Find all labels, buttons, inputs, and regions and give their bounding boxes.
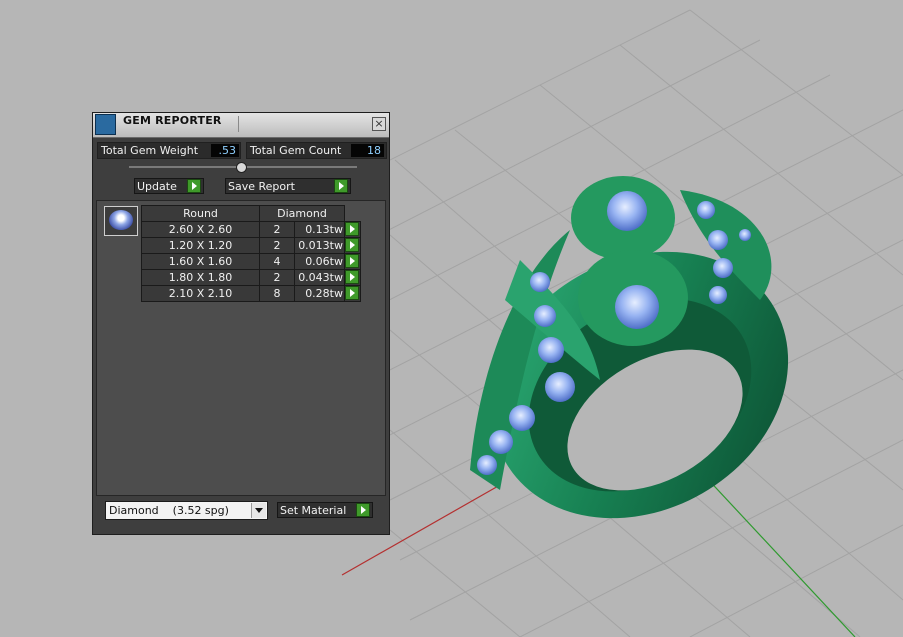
material-dropdown[interactable]: Diamond (3.52 spg) xyxy=(105,501,268,520)
gem-weight-cell: 0.043tw xyxy=(294,269,345,286)
save-report-button[interactable]: Save Report xyxy=(225,178,351,194)
close-button[interactable]: × xyxy=(372,117,386,131)
title-divider xyxy=(238,116,239,132)
play-arrow-icon xyxy=(187,179,201,193)
play-arrow-icon xyxy=(345,238,359,252)
gem-weight-cell: 0.28tw xyxy=(294,285,345,302)
table-row[interactable]: 2.60 X 2.60 2 0.13tw xyxy=(141,221,361,238)
gem-qty-cell: 2 xyxy=(259,221,295,238)
gem-size-cell: 2.60 X 2.60 xyxy=(141,221,260,238)
size-slider-knob[interactable] xyxy=(236,162,247,173)
gem-size-cell: 1.80 X 1.80 xyxy=(141,269,260,286)
play-arrow-icon xyxy=(345,254,359,268)
gem-qty-cell: 4 xyxy=(259,253,295,270)
row-select-button[interactable] xyxy=(344,237,361,254)
gem-weight-cell: 0.13tw xyxy=(294,221,345,238)
chevron-down-icon[interactable] xyxy=(251,503,266,518)
total-gem-weight-value: .53 xyxy=(211,144,239,157)
gem-reporter-app-icon xyxy=(95,114,116,135)
row-select-button[interactable] xyxy=(344,253,361,270)
save-report-button-label: Save Report xyxy=(228,180,295,193)
set-material-button-label: Set Material xyxy=(280,504,347,517)
total-gem-weight-label: Total Gem Weight xyxy=(101,144,199,157)
update-button-label: Update xyxy=(137,180,177,193)
play-arrow-icon xyxy=(334,179,348,193)
gem-reporter-panel: GEM REPORTER × Total Gem Weight .53 Tota… xyxy=(92,112,390,535)
gem-weight-cell: 0.06tw xyxy=(294,253,345,270)
total-gem-count-box: Total Gem Count 18 xyxy=(246,142,387,159)
total-gem-count-label: Total Gem Count xyxy=(250,144,342,157)
gem-qty-cell: 2 xyxy=(259,237,295,254)
play-arrow-icon xyxy=(345,222,359,236)
gem-qty-cell: 8 xyxy=(259,285,295,302)
play-arrow-icon xyxy=(356,503,370,517)
total-gem-count-value: 18 xyxy=(351,144,384,157)
gem-list-area: Round Diamond 2.60 X 2.60 2 0.13tw 1.20 … xyxy=(96,200,386,496)
column-header-material: Diamond xyxy=(259,205,345,222)
gem-size-cell: 1.20 X 1.20 xyxy=(141,237,260,254)
table-row[interactable]: 1.60 X 1.60 4 0.06tw xyxy=(141,253,361,270)
row-select-button[interactable] xyxy=(344,221,361,238)
material-dropdown-value: Diamond (3.52 spg) xyxy=(109,504,229,517)
gem-size-cell: 1.60 X 1.60 xyxy=(141,253,260,270)
panel-title: GEM REPORTER xyxy=(123,114,222,127)
gem-qty-cell: 2 xyxy=(259,269,295,286)
table-row[interactable]: 2.10 X 2.10 8 0.28tw xyxy=(141,285,361,302)
table-row[interactable]: 1.20 X 1.20 2 0.013tw xyxy=(141,237,361,254)
row-select-button[interactable] xyxy=(344,285,361,302)
play-arrow-icon xyxy=(345,270,359,284)
gem-size-cell: 2.10 X 2.10 xyxy=(141,285,260,302)
update-button[interactable]: Update xyxy=(134,178,204,194)
gem-table: Round Diamond 2.60 X 2.60 2 0.13tw 1.20 … xyxy=(141,205,361,302)
play-arrow-icon xyxy=(345,286,359,300)
gem-weight-cell: 0.013tw xyxy=(294,237,345,254)
row-select-button[interactable] xyxy=(344,269,361,286)
total-gem-weight-box: Total Gem Weight .53 xyxy=(97,142,241,159)
column-header-shape: Round xyxy=(141,205,260,222)
table-row[interactable]: 1.80 X 1.80 2 0.043tw xyxy=(141,269,361,286)
title-bar[interactable]: GEM REPORTER × xyxy=(93,113,389,138)
round-gem-icon[interactable] xyxy=(104,206,138,236)
set-material-button[interactable]: Set Material xyxy=(277,502,373,518)
